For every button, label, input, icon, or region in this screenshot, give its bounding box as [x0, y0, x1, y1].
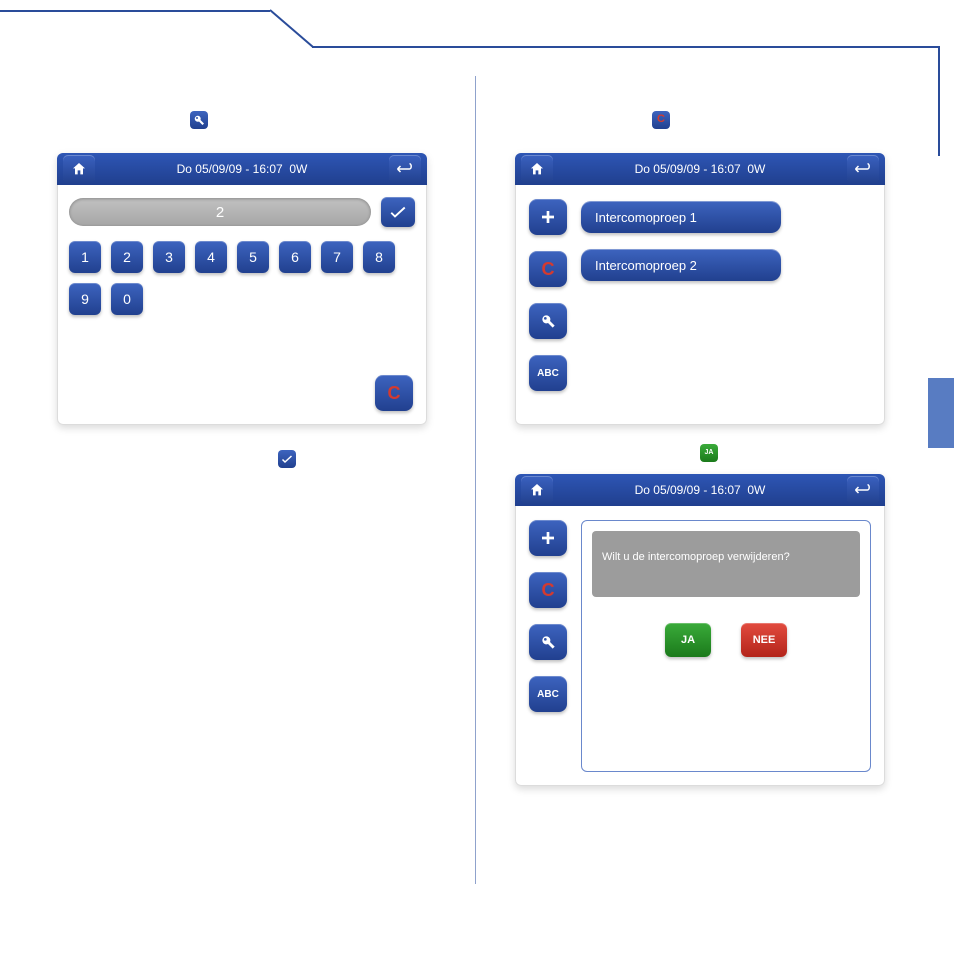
clear-button[interactable]: C [375, 375, 413, 411]
intercom-list-screen: Do 05/09/09 - 16:07 0W C ABC [515, 153, 885, 425]
settings-button[interactable] [529, 624, 567, 660]
list-body: C ABC Intercomoproep 1 Intercomoproep 2 [515, 185, 885, 425]
right-column: C Do 05/09/09 - 16:07 0W C [515, 110, 935, 786]
clear-label: C [388, 383, 401, 404]
home-button[interactable] [521, 476, 553, 504]
home-button[interactable] [63, 155, 95, 183]
abc-label: ABC [537, 368, 559, 379]
intercom-item-1[interactable]: Intercomoproep 1 [581, 201, 781, 233]
home-button[interactable] [521, 155, 553, 183]
intro-step-1 [57, 110, 477, 129]
header-suffix: 0W [747, 162, 765, 176]
intercom-item-label: Intercomoproep 2 [595, 258, 697, 273]
intercom-item-label: Intercomoproep 1 [595, 210, 697, 225]
key-3[interactable]: 3 [153, 241, 185, 273]
header-datetime: Do 05/09/09 - 16:07 [635, 162, 741, 176]
key-2[interactable]: 2 [111, 241, 143, 273]
intercom-items: Intercomoproep 1 Intercomoproep 2 [581, 199, 781, 411]
delete-c-icon: C [652, 111, 670, 129]
check-icon [278, 450, 296, 468]
rename-button[interactable]: ABC [529, 355, 567, 391]
no-label: NEE [753, 634, 776, 646]
back-button[interactable] [389, 155, 421, 183]
confirm-button[interactable] [381, 197, 415, 227]
key-4[interactable]: 4 [195, 241, 227, 273]
header-title: Do 05/09/09 - 16:07 0W [555, 483, 845, 497]
dialog-actions: JA NEE [592, 623, 860, 657]
add-button[interactable] [529, 199, 567, 235]
confirm-screen: Do 05/09/09 - 16:07 0W C ABC [515, 474, 885, 786]
dialog-body: C ABC Wilt u de intercomoproep verwijder… [515, 506, 885, 786]
yes-button[interactable]: JA [665, 623, 711, 657]
no-button[interactable]: NEE [741, 623, 787, 657]
side-buttons: C ABC [529, 520, 567, 772]
back-button[interactable] [847, 476, 879, 504]
delete-label: C [542, 259, 555, 280]
key-9[interactable]: 9 [69, 283, 101, 315]
dialog-message-box: Wilt u de intercomoproep verwijderen? [592, 531, 860, 597]
key-1[interactable]: 1 [69, 241, 101, 273]
intercom-item-2[interactable]: Intercomoproep 2 [581, 249, 781, 281]
settings-button[interactable] [529, 303, 567, 339]
intro-step-r1: C [515, 110, 935, 129]
rename-button[interactable]: ABC [529, 676, 567, 712]
number-display: 2 [69, 198, 371, 226]
header-datetime: Do 05/09/09 - 16:07 [635, 483, 741, 497]
intro-step-2 [57, 449, 477, 468]
page-frame [0, 0, 940, 84]
delete-button[interactable]: C [529, 572, 567, 608]
wrench-icon [190, 111, 208, 129]
keypad-body: 2 1 2 3 4 5 6 7 8 9 0 C [57, 185, 427, 425]
keypad-screen: Do 05/09/09 - 16:07 0W 2 1 2 3 4 5 [57, 153, 427, 425]
delete-label: C [542, 580, 555, 601]
key-7[interactable]: 7 [321, 241, 353, 273]
header-suffix: 0W [747, 483, 765, 497]
header-title: Do 05/09/09 - 16:07 0W [555, 162, 845, 176]
screen-header: Do 05/09/09 - 16:07 0W [57, 153, 427, 185]
screen-header: Do 05/09/09 - 16:07 0W [515, 153, 885, 185]
abc-label: ABC [537, 689, 559, 700]
left-column: Do 05/09/09 - 16:07 0W 2 1 2 3 4 5 [57, 110, 477, 468]
keypad-grid: 1 2 3 4 5 6 7 8 9 0 [69, 241, 415, 315]
screen-header: Do 05/09/09 - 16:07 0W [515, 474, 885, 506]
header-suffix: 0W [289, 162, 307, 176]
key-8[interactable]: 8 [363, 241, 395, 273]
dialog-message: Wilt u de intercomoproep verwijderen? [602, 551, 790, 563]
back-button[interactable] [847, 155, 879, 183]
header-datetime: Do 05/09/09 - 16:07 [177, 162, 283, 176]
ja-icon: JA [700, 444, 718, 462]
add-button[interactable] [529, 520, 567, 556]
delete-button[interactable]: C [529, 251, 567, 287]
intro-step-r2: JA [515, 443, 935, 462]
display-value: 2 [216, 204, 224, 221]
key-5[interactable]: 5 [237, 241, 269, 273]
key-0[interactable]: 0 [111, 283, 143, 315]
yes-label: JA [681, 634, 695, 646]
key-6[interactable]: 6 [279, 241, 311, 273]
confirm-dialog: Wilt u de intercomoproep verwijderen? JA… [581, 520, 871, 772]
header-title: Do 05/09/09 - 16:07 0W [97, 162, 387, 176]
side-buttons: C ABC [529, 199, 567, 411]
